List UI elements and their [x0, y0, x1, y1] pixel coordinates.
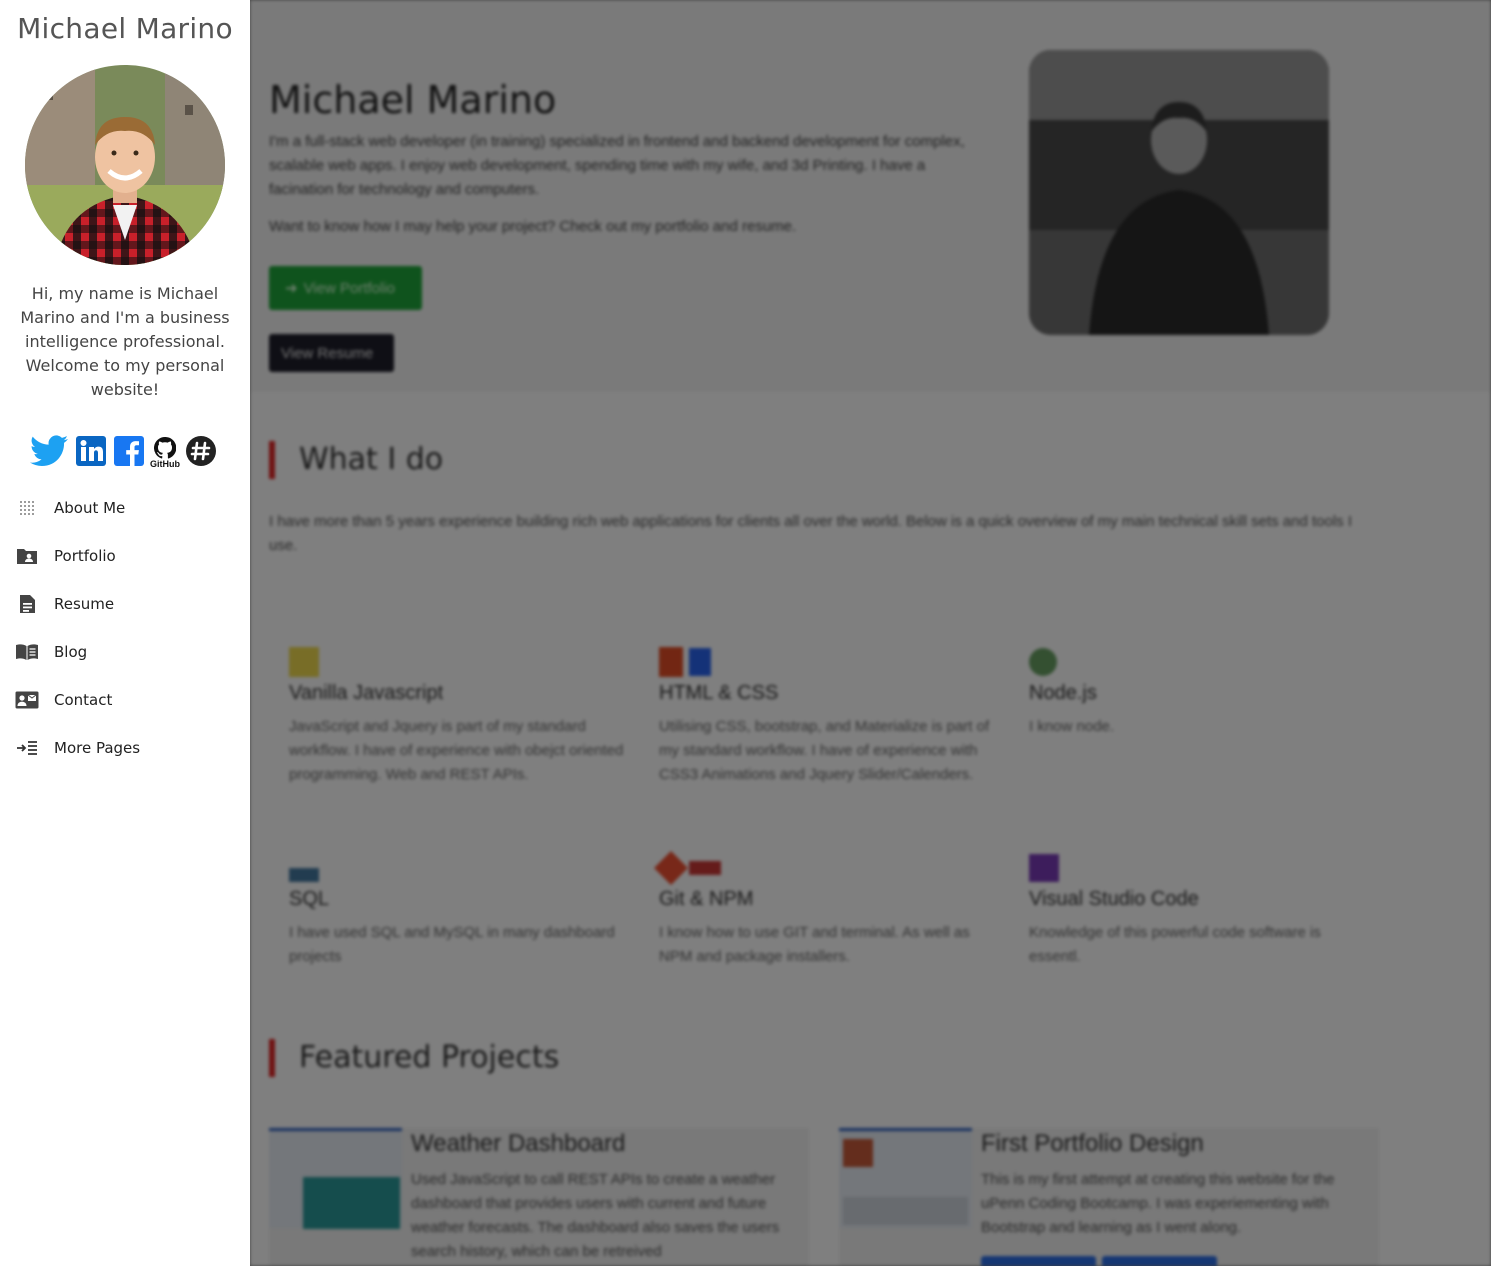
twitter-icon[interactable]: [30, 434, 68, 472]
slack-hash-icon[interactable]: [186, 435, 216, 471]
sidebar-item-label: Blog: [54, 643, 88, 661]
sidebar-nav: About Me Portfolio Resume Blog Contact M…: [14, 484, 140, 772]
sidebar: Michael Marino Hi, my name is Michael Ma…: [0, 0, 250, 1266]
indent-list-icon: [14, 737, 40, 759]
sidebar-item-label: Contact: [54, 691, 113, 709]
sidebar-item-label: About Me: [54, 499, 126, 517]
avatar: [25, 65, 225, 265]
bio-text: Hi, my name is Michael Marino and I'm a …: [20, 284, 230, 399]
open-book-icon: [14, 641, 40, 663]
sidebar-item-contact[interactable]: Contact: [14, 676, 140, 724]
sidebar-item-label: Resume: [54, 595, 115, 613]
sidebar-name[interactable]: Michael Marino: [0, 12, 250, 45]
document-icon: [14, 593, 40, 615]
sidebar-item-label: More Pages: [54, 739, 141, 757]
contact-card-icon: [14, 689, 40, 711]
sidebar-item-about-me[interactable]: About Me: [14, 484, 140, 532]
social-links: GitHub: [30, 434, 222, 472]
linkedin-icon[interactable]: [76, 435, 106, 471]
grid-dots-icon: [14, 497, 40, 519]
facebook-icon[interactable]: [114, 435, 144, 471]
folder-user-icon: [14, 545, 40, 567]
sidebar-item-portfolio[interactable]: Portfolio: [14, 532, 140, 580]
github-label: GitHub: [150, 459, 180, 469]
github-icon[interactable]: GitHub: [150, 437, 180, 469]
sidebar-item-resume[interactable]: Resume: [14, 580, 140, 628]
sidebar-item-label: Portfolio: [54, 547, 116, 565]
sidebar-item-more-pages[interactable]: More Pages: [14, 724, 140, 772]
dim-overlay[interactable]: [250, 0, 1491, 1266]
sidebar-item-blog[interactable]: Blog: [14, 628, 140, 676]
